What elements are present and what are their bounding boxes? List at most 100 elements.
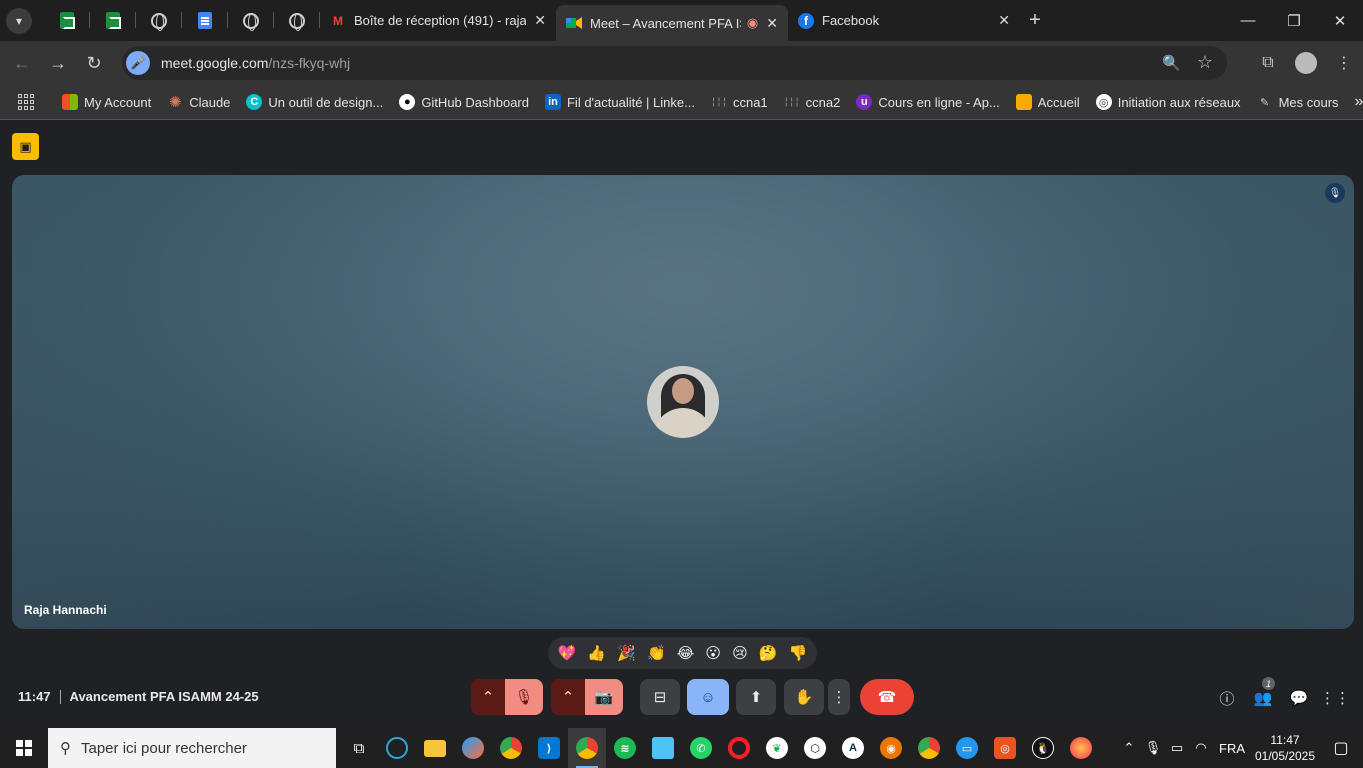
people-icon[interactable]: 👥 1 bbox=[1245, 677, 1281, 713]
camera-off-badge-icon[interactable]: ▣ bbox=[12, 133, 39, 160]
bookmark-cours-en-ligne[interactable]: u Cours en ligne - Ap... bbox=[848, 88, 1007, 116]
pinned-tab-web-1[interactable] bbox=[136, 0, 182, 41]
camera-options-button[interactable]: ⌃ bbox=[551, 679, 585, 715]
system-tray: ⌃ 🎙 ▭ ◠ FRA 11:47 01/05/2025 ▢ bbox=[1117, 728, 1363, 768]
microphone-icon[interactable]: 🎤 bbox=[126, 51, 150, 75]
pinned-tab-sheets-1[interactable] bbox=[44, 0, 90, 41]
close-icon[interactable]: ✕ bbox=[998, 12, 1010, 29]
mongodb-icon[interactable]: ❦ bbox=[758, 728, 796, 768]
spotify-icon[interactable]: ≋ bbox=[606, 728, 644, 768]
more-options-button[interactable]: ⋮ bbox=[828, 679, 850, 715]
recording-icon: ◉ bbox=[746, 15, 759, 30]
bookmark-initiation-reseaux[interactable]: ◎ Initiation aux réseaux bbox=[1088, 88, 1249, 116]
reaction-thumbs-down[interactable]: 👎 bbox=[789, 644, 808, 662]
bookmark-my-account[interactable]: My Account bbox=[54, 88, 159, 116]
bookmark-github[interactable]: ● GitHub Dashboard bbox=[391, 88, 537, 116]
clock[interactable]: 11:47 01/05/2025 bbox=[1251, 732, 1319, 764]
url-text: meet.google.com/nzs-fkyq-whj bbox=[161, 55, 351, 71]
leave-call-button[interactable]: ☎ bbox=[860, 679, 914, 715]
blender-icon[interactable]: ◉ bbox=[872, 728, 910, 768]
file-explorer-icon[interactable] bbox=[416, 728, 454, 768]
ubuntu-icon[interactable]: ◎ bbox=[986, 728, 1024, 768]
notifications-icon[interactable]: ▢ bbox=[1319, 738, 1363, 758]
toggle-camera-button[interactable]: 📷 bbox=[585, 679, 623, 715]
apps-grid-icon[interactable] bbox=[18, 94, 34, 110]
profile-avatar[interactable] bbox=[1287, 52, 1325, 74]
copilot-icon[interactable] bbox=[454, 728, 492, 768]
firefox-icon[interactable] bbox=[1062, 728, 1100, 768]
opera-icon[interactable] bbox=[720, 728, 758, 768]
mic-options-button[interactable]: ⌃ bbox=[471, 679, 505, 715]
reactions-button[interactable]: ☺ bbox=[687, 679, 729, 715]
toggle-mic-button[interactable]: 🎙 bbox=[505, 679, 543, 715]
whatsapp-icon[interactable]: ✆ bbox=[682, 728, 720, 768]
chrome-icon[interactable] bbox=[492, 728, 530, 768]
tab-meet[interactable]: Meet – Avancement PFA ISA ◉ ✕ bbox=[556, 5, 788, 41]
reaction-thumbs-up[interactable]: 👍 bbox=[587, 644, 606, 662]
bookmark-accueil[interactable]: Accueil bbox=[1008, 88, 1088, 116]
raise-hand-button[interactable]: ✋ bbox=[784, 679, 824, 715]
reaction-party[interactable]: 🎉 bbox=[617, 644, 636, 662]
bookmark-ccna2[interactable]: ╎╎╎ ccna2 bbox=[776, 88, 849, 116]
chrome-profile-icon[interactable] bbox=[568, 728, 606, 768]
reaction-thinking[interactable]: 🤔 bbox=[759, 644, 778, 662]
menu-kebab-icon[interactable]: ⋮ bbox=[1325, 53, 1363, 73]
cortana-icon[interactable] bbox=[378, 728, 416, 768]
pinned-tab-web-2[interactable] bbox=[228, 0, 274, 41]
bookmarks-overflow-button[interactable]: » bbox=[1347, 88, 1363, 116]
close-icon[interactable]: ✕ bbox=[534, 12, 546, 29]
tab-facebook[interactable]: f Facebook ✕ bbox=[788, 0, 1020, 41]
bookmark-linkedin[interactable]: in Fil d'actualité | Linke... bbox=[537, 88, 703, 116]
taskbar-search[interactable]: ⚲ Taper ici pour rechercher bbox=[48, 728, 336, 768]
bookmark-ccna1[interactable]: ╎╎╎ ccna1 bbox=[703, 88, 776, 116]
start-button[interactable] bbox=[0, 728, 48, 768]
forward-button[interactable]: → bbox=[40, 45, 76, 81]
android-studio-icon[interactable]: A bbox=[834, 728, 872, 768]
reaction-sad[interactable]: 😢 bbox=[732, 644, 748, 662]
bookmark-canva[interactable]: C Un outil de design... bbox=[238, 88, 391, 116]
microphone-icon[interactable]: 🎙 bbox=[1141, 740, 1165, 756]
task-view-icon[interactable]: ⧉ bbox=[340, 728, 378, 768]
penguin-icon[interactable]: 🐧 bbox=[1024, 728, 1062, 768]
bookmark-claude[interactable]: ✺ Claude bbox=[159, 88, 238, 116]
pinned-tab-docs[interactable] bbox=[182, 0, 228, 41]
reaction-clap[interactable]: 👏 bbox=[647, 644, 666, 662]
meeting-time: 11:47 bbox=[18, 689, 51, 704]
restore-icon[interactable]: ❐ bbox=[1271, 0, 1317, 41]
reactions-bar: 💖 👍 🎉 👏 😂 😮 😢 🤔 👎 bbox=[548, 637, 817, 669]
close-window-icon[interactable]: ✕ bbox=[1317, 0, 1363, 41]
captions-button[interactable]: ⊟ bbox=[640, 679, 680, 715]
pinned-tab-web-3[interactable] bbox=[274, 0, 320, 41]
reaction-surprised[interactable]: 😮 bbox=[705, 644, 721, 662]
bookmark-star-icon[interactable]: ☆ bbox=[1197, 52, 1213, 73]
chrome-secondary-icon[interactable] bbox=[910, 728, 948, 768]
chevron-up-icon[interactable]: ⌃ bbox=[1117, 740, 1141, 756]
present-button[interactable]: ⬆ bbox=[736, 679, 776, 715]
tab-search-button[interactable]: ▾ bbox=[6, 7, 32, 34]
docker-icon[interactable]: ▭ bbox=[948, 728, 986, 768]
meeting-details-icon[interactable]: ⓘ bbox=[1209, 683, 1245, 713]
pinned-tab-sheets-2[interactable] bbox=[90, 0, 136, 41]
reaction-heart[interactable]: 💖 bbox=[558, 644, 577, 662]
battery-icon[interactable]: ▭ bbox=[1165, 740, 1189, 756]
reaction-laugh[interactable]: 😂 bbox=[677, 644, 695, 662]
docs-icon bbox=[198, 12, 212, 29]
globe-icon bbox=[243, 12, 259, 31]
reload-button[interactable]: ↻ bbox=[76, 45, 112, 81]
close-icon[interactable]: ✕ bbox=[766, 15, 778, 32]
vscode-icon[interactable]: ⟩ bbox=[530, 728, 568, 768]
extensions-icon[interactable]: ⧉ bbox=[1249, 54, 1287, 72]
tab-gmail[interactable]: M Boîte de réception (491) - rajah ✕ bbox=[320, 0, 556, 41]
unity-icon[interactable]: ⬡ bbox=[796, 728, 834, 768]
notepad-icon[interactable] bbox=[644, 728, 682, 768]
language-indicator[interactable]: FRA bbox=[1213, 741, 1251, 756]
new-tab-button[interactable]: + bbox=[1020, 9, 1050, 32]
wifi-icon[interactable]: ◠ bbox=[1189, 740, 1213, 756]
activities-grid-icon[interactable]: ⋮⋮ bbox=[1317, 683, 1353, 713]
zoom-icon[interactable]: 🔍 bbox=[1162, 54, 1181, 72]
address-bar[interactable]: 🎤 meet.google.com/nzs-fkyq-whj 🔍 ☆ bbox=[122, 46, 1227, 80]
chat-icon[interactable]: 💬 bbox=[1281, 683, 1317, 713]
minimize-icon[interactable]: — bbox=[1225, 0, 1271, 41]
bookmark-mes-cours[interactable]: ✎ Mes cours bbox=[1249, 88, 1347, 116]
back-button[interactable]: ← bbox=[4, 45, 40, 81]
